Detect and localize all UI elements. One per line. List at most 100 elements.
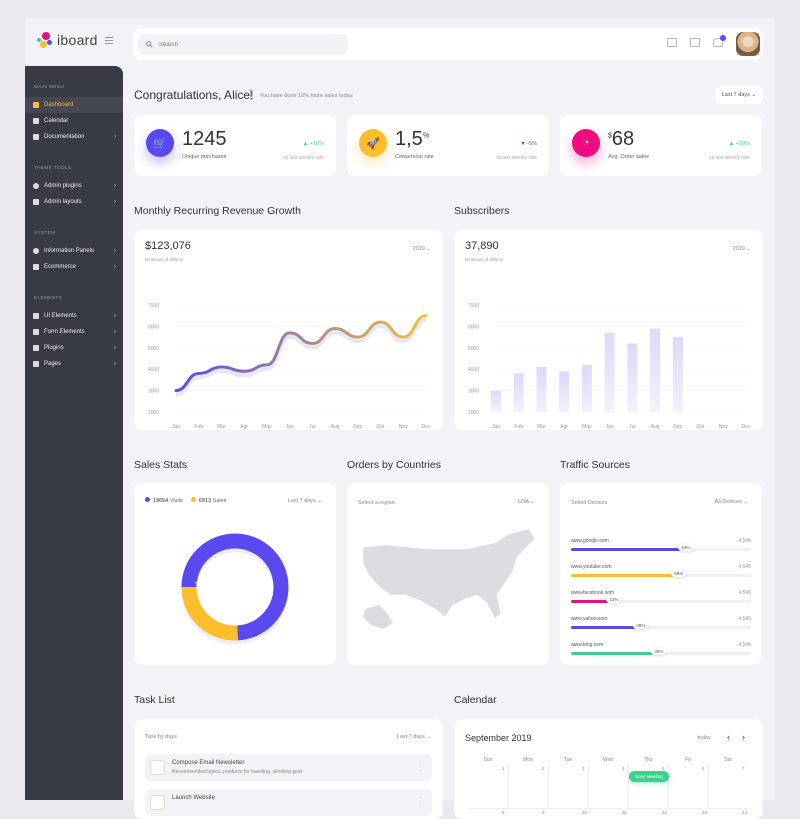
weekday: Tue [548,757,588,763]
pie-icon: ◔ [572,129,600,157]
bell-icon[interactable] [713,38,723,47]
calendar-day[interactable]: 9 [542,810,545,815]
logo[interactable]: iboard [37,32,98,48]
traffic-count: 4,545 [738,564,751,570]
progress-fill [571,574,677,577]
next-month-icon[interactable]: › [742,732,745,742]
task-checkbox[interactable] [150,795,165,810]
form-icon [33,329,39,335]
stat-value: 1245 [182,128,227,151]
sidebar-item-information-panels[interactable]: Information Panels› [25,243,123,259]
sidebar-item-calendar[interactable]: Calendar [25,113,123,129]
task-by-days-label: Task by days [145,734,177,740]
nav-label: Form Elements [44,329,85,335]
section-title: Theme Tools [25,165,123,170]
period-dropdown[interactable]: Last 7 days ⌄ [397,734,431,740]
task-checkbox[interactable] [150,760,165,775]
calendar-divider [508,764,509,808]
sidebar-item-plugins[interactable]: Plugins› [25,340,123,356]
hamburger-menu-icon[interactable] [105,37,113,44]
x-tick-label: Jun [286,424,294,430]
page-title: Congratulations, Alice! [134,88,253,102]
mail-icon[interactable] [690,38,700,47]
calendar-day[interactable]: 11 [622,810,627,815]
usa-map[interactable] [347,483,549,665]
subscribers-bar-chart: 200030004000500060007000JanFebMarAprMayJ… [454,230,763,430]
traffic-row: www.bing.com4,54548% [571,642,751,648]
calendar-day[interactable]: 1 [502,766,505,771]
traffic-count: 4,545 [738,538,751,544]
bar [491,391,501,412]
tasks-card: Task by days Last 7 days ⌄ Compose Email… [134,719,443,819]
traffic-count: 4,545 [738,590,751,596]
task-item[interactable]: Compose Email Newsletter Recommended top… [145,754,432,781]
nav-label: UI Elements [44,313,77,319]
avatar[interactable] [736,32,760,56]
chevron-right-icon: › [114,183,116,189]
progress-fill [571,548,684,551]
page-icon [33,361,39,367]
period-dropdown[interactable]: Last 7 days ⌄ [715,86,763,104]
stat-label: Conversion rate [395,154,434,160]
y-tick-label: 6000 [468,324,479,330]
bar [605,333,615,412]
calendar-day[interactable]: 3 [582,766,585,771]
app-frame: iboard Main Menu Dashboard Calendar Docu… [25,18,775,800]
calendar-day[interactable]: 10 [582,810,587,815]
sidebar-item-form-elements[interactable]: Form Elements› [25,324,123,340]
nav-label: Calendar [44,118,68,124]
calendar-day[interactable]: 6 [702,766,705,771]
section-title-calendar: Calendar [454,694,497,706]
chevron-right-icon: › [114,248,116,254]
stat-label: Unique purchases [182,154,226,160]
x-tick-label: Jul [309,424,315,430]
calendar-month: September 2019 [465,733,532,743]
x-tick-label: Dec [742,424,751,430]
search-box[interactable] [138,34,348,55]
more-vertical-icon[interactable]: ··· [419,761,422,773]
sidebar-item-ecommerce[interactable]: Ecommerce› [25,259,123,275]
sidebar-item-documentation[interactable]: Documentation› [25,129,123,145]
prev-month-icon[interactable]: ‹ [727,732,730,742]
traffic-site: www.youtube.com [571,564,751,570]
weekday: Sat [708,757,748,763]
calendar-day[interactable]: 4 [622,766,625,771]
grid-icon [33,102,39,108]
x-tick-label: Nov [399,424,408,430]
weekday: Mon [508,757,548,763]
stat-value: $68 [608,128,634,151]
traffic-site: www.facebook.com [571,590,751,596]
puzzle-icon [33,345,39,351]
app-name: iboard [57,32,98,48]
layout-icon [33,199,39,205]
x-tick-label: Jan [492,424,500,430]
weekday: Fri [668,757,708,763]
x-tick-label: Mar [217,424,226,430]
calendar-grid-icon[interactable] [667,38,677,47]
search-input[interactable] [159,42,339,48]
sidebar-item-pages[interactable]: Pages› [25,356,123,372]
sidebar-item-ui-elements[interactable]: UI Elements › [25,308,123,324]
sidebar-item-admin-layouts[interactable]: Admin layouts› [25,194,123,210]
calendar-day[interactable]: 12 [662,810,667,815]
today-button[interactable]: today [698,735,711,741]
task-item[interactable]: Launch Website ··· [145,789,432,816]
more-vertical-icon[interactable]: ··· [419,796,422,808]
sidebar-item-admin-plugins[interactable]: Admin plugins› [25,178,123,194]
weekday: Wed [588,757,628,763]
logo-icon [37,32,53,48]
calendar-day[interactable]: 2 [542,766,545,771]
calendar-day[interactable]: 7 [742,766,745,771]
section-title: Main Menu [25,84,123,89]
sidebar-item-dashboard[interactable]: Dashboard [25,97,123,113]
device-dropdown[interactable]: All Devices ⌄ [715,499,748,505]
x-tick-label: Jan [172,424,180,430]
calendar-day[interactable]: 13 [702,810,707,815]
x-tick-label: Dec [422,424,431,430]
calendar-day[interactable]: 14 [742,810,747,815]
calendar-day[interactable]: 8 [502,810,505,815]
subscribers-card: 37,890 Revenue of all time 2019 ⌄ 200030… [454,230,763,430]
bar [650,329,660,412]
chevron-right-icon: › [114,313,116,319]
calendar-event[interactable]: Sony Meeting [629,771,669,782]
